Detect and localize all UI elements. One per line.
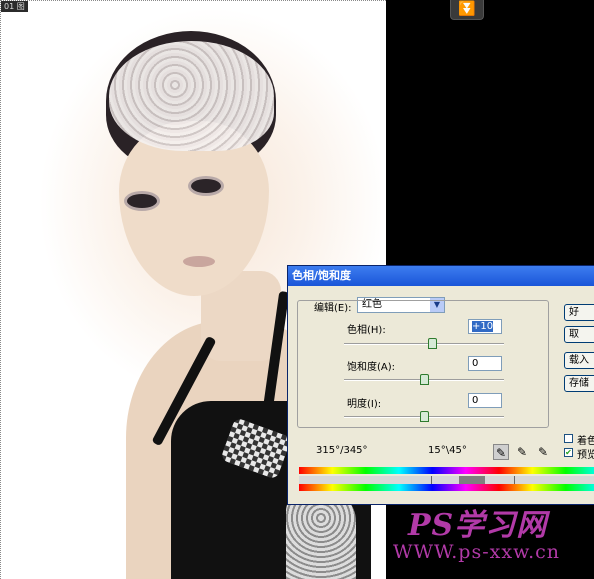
input-hue-spectrum [299,467,594,474]
lightness-value: 0 [472,395,479,406]
hue-saturation-dialog: 色相/饱和度 编辑(E): 红色 ▼ 色相(H): +10 饱和度(A): 0 … [287,265,594,505]
photo-right-eye [191,179,221,193]
double-chevron-down-icon: ⏬ [458,1,476,17]
hue-range-bar[interactable] [299,476,594,484]
eyedropper-minus-icon[interactable]: ✎ [535,444,551,460]
lightness-label: 明度(I): [347,399,382,410]
saturation-label: 饱和度(A): [347,362,396,373]
photo-left-eye [127,194,157,208]
colorize-checkbox[interactable] [564,434,573,443]
lightness-input[interactable]: 0 [468,393,502,408]
hue-slider-thumb[interactable] [428,338,437,349]
panel-collapse-button[interactable]: ⏬ [450,0,484,20]
load-button[interactable]: 载入 [564,352,594,369]
dialog-title[interactable]: 色相/饱和度 [288,266,594,286]
output-hue-spectrum [299,484,594,491]
range-inner-readout: 15°\45° [428,445,467,456]
photo-lace-headband [109,41,274,151]
cancel-button[interactable]: 取 [564,326,594,343]
hue-input[interactable]: +10 [468,319,502,334]
hue-value: +10 [472,321,494,332]
hue-slider-track[interactable] [344,343,504,345]
hue-label: 色相(H): [347,325,386,336]
saturation-input[interactable]: 0 [468,356,502,371]
lightness-slider-thumb[interactable] [420,411,429,422]
range-marker[interactable] [431,476,432,484]
ok-button[interactable]: 好 [564,304,594,321]
preview-label: 预览 [577,450,594,461]
preview-checkbox[interactable]: ✔ [564,448,573,457]
watermark-url: WWW.ps-xxw.cn [393,541,560,563]
range-marker[interactable] [514,476,515,484]
adjustment-group [297,300,549,428]
colorize-label: 着色 [577,436,594,447]
save-button[interactable]: 存储 [564,375,594,392]
eyedropper-icon[interactable]: ✎ [493,444,509,460]
saturation-value: 0 [472,358,479,369]
photo-lips [183,256,215,267]
saturation-slider-thumb[interactable] [420,374,429,385]
eyedropper-plus-icon[interactable]: ✎ [514,444,530,460]
range-center[interactable] [459,476,485,484]
range-outer-readout: 315°/345° [316,445,368,456]
watermark-logo: PS学习网 [408,508,548,543]
document-tab[interactable]: 01 图 [1,1,28,12]
